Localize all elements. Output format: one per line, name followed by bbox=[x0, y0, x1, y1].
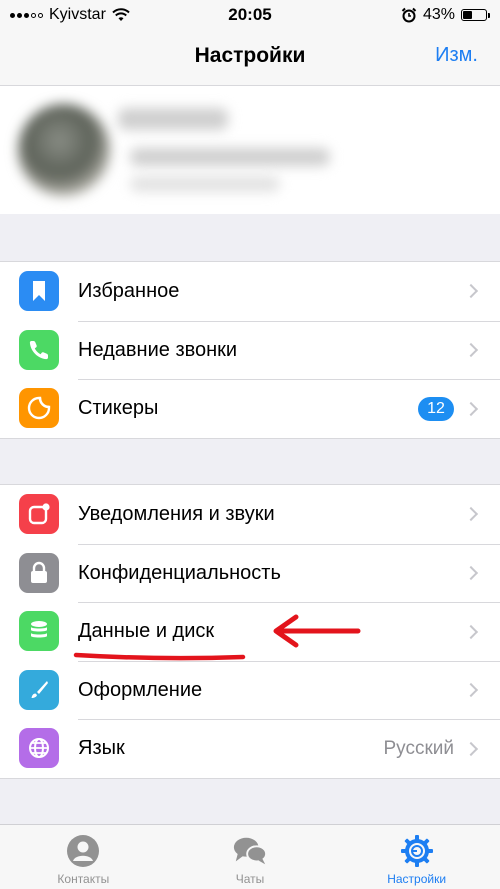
page-title: Настройки bbox=[194, 44, 306, 67]
bookmark-icon bbox=[19, 271, 59, 312]
database-icon bbox=[19, 611, 59, 652]
profile-name-blurred bbox=[118, 108, 228, 130]
lock-icon bbox=[19, 552, 59, 593]
row-label: Данные и диск bbox=[78, 620, 215, 643]
settings-row-favorites[interactable]: Избранное bbox=[0, 262, 500, 321]
sticker-icon bbox=[19, 388, 59, 429]
tab-label: Настройки bbox=[387, 872, 447, 886]
settings-row-notifications[interactable]: Уведомления и звуки bbox=[0, 485, 500, 544]
signal-icon bbox=[10, 12, 43, 18]
avatar bbox=[18, 104, 110, 196]
tab-label: Контакты bbox=[57, 872, 110, 886]
chevron-right-icon bbox=[463, 624, 479, 639]
phone-icon bbox=[19, 329, 59, 370]
chevron-right-icon bbox=[463, 401, 479, 416]
tab-contacts[interactable]: Контакты bbox=[3, 825, 163, 889]
row-label: Оформление bbox=[78, 678, 203, 701]
battery-icon bbox=[461, 9, 490, 21]
chevron-right-icon bbox=[463, 683, 479, 698]
row-label: Избранное bbox=[78, 279, 180, 302]
row-label: Стикеры bbox=[78, 397, 159, 420]
profile-info-blurred-2 bbox=[130, 176, 280, 192]
notifications-icon bbox=[19, 494, 59, 535]
chevron-right-icon bbox=[463, 284, 479, 299]
settings-row-appearance[interactable]: Оформление bbox=[0, 660, 500, 720]
settings-row-recent-calls[interactable]: Недавние звонки bbox=[0, 320, 500, 380]
tab-chats[interactable]: Чаты bbox=[170, 825, 330, 889]
chevron-right-icon bbox=[463, 343, 479, 358]
chevron-right-icon bbox=[463, 741, 479, 756]
settings-row-stickers[interactable]: Стикеры 12 bbox=[0, 379, 500, 438]
tab-bar: Контакты Чаты Настройки bbox=[0, 824, 500, 889]
row-label: Недавние звонки bbox=[78, 338, 238, 361]
wifi-icon bbox=[112, 8, 130, 21]
edit-button[interactable]: Изм. bbox=[435, 44, 478, 67]
settings-group-1: Избранное Недавние звонки Стикеры 12 bbox=[0, 261, 500, 439]
carrier-name: Kyivstar bbox=[49, 6, 106, 23]
settings-row-privacy[interactable]: Конфиденциальность bbox=[0, 543, 500, 603]
row-label: Уведомления и звуки bbox=[78, 502, 275, 525]
profile-card[interactable] bbox=[0, 86, 500, 214]
navigation-bar: Настройки Изм. bbox=[0, 30, 500, 86]
brush-icon bbox=[19, 669, 59, 710]
settings-row-language[interactable]: Язык Русский bbox=[0, 719, 500, 778]
profile-info-blurred bbox=[130, 148, 330, 166]
row-label: Конфиденциальность bbox=[78, 561, 281, 584]
settings-row-data-storage[interactable]: Данные и диск bbox=[0, 602, 500, 661]
tab-label: Чаты bbox=[235, 872, 265, 886]
status-right: 43% bbox=[401, 6, 490, 24]
chats-icon bbox=[232, 833, 268, 869]
language-value: Русский bbox=[383, 737, 455, 759]
row-label: Язык bbox=[78, 737, 125, 760]
tab-settings[interactable]: Настройки bbox=[337, 825, 497, 889]
settings-icon bbox=[399, 833, 435, 869]
status-left: Kyivstar bbox=[10, 6, 130, 24]
stickers-count-badge: 12 bbox=[418, 396, 454, 421]
chevron-right-icon bbox=[463, 507, 479, 522]
settings-group-2: Уведомления и звуки Конфиденциальность Д… bbox=[0, 484, 500, 779]
battery-percent: 43% bbox=[422, 6, 455, 23]
alarm-icon bbox=[401, 7, 417, 23]
status-bar: Kyivstar 20:05 43% bbox=[0, 0, 500, 30]
chevron-right-icon bbox=[463, 566, 479, 581]
contact-icon bbox=[65, 833, 101, 869]
globe-icon bbox=[19, 728, 59, 769]
